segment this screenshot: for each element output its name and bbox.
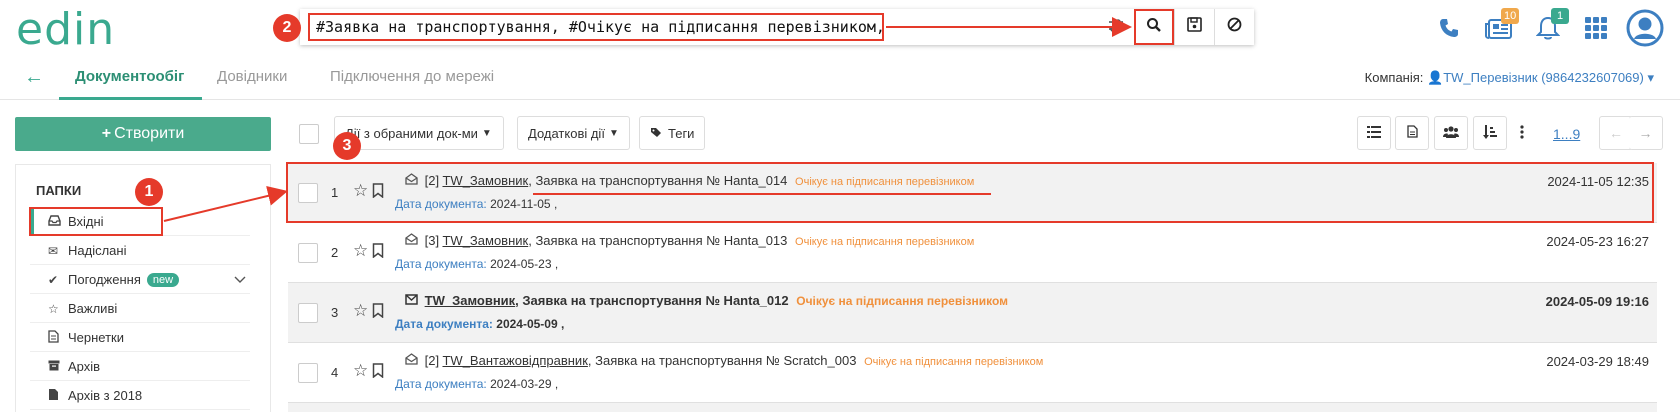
annotation-arrows <box>163 17 1132 222</box>
arrow-to-first-document <box>163 186 288 222</box>
